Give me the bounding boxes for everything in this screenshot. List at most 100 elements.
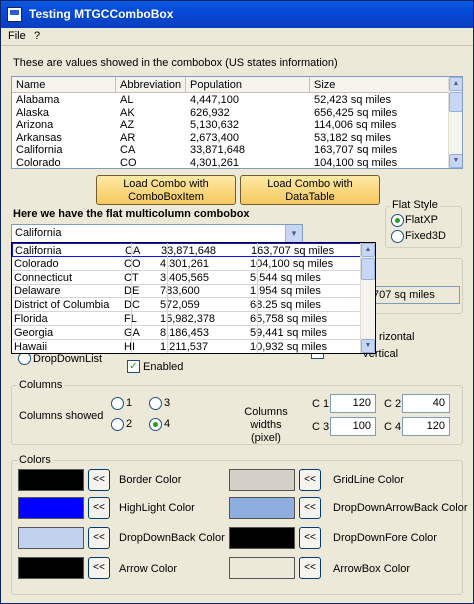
highlight-color-button[interactable]: <<	[88, 497, 110, 519]
states-listview[interactable]: Name Abbreviation Population Size Alabam…	[11, 76, 463, 169]
table-cell: 163,707 sq miles	[314, 144, 398, 156]
gridline-color-button[interactable]: <<	[299, 469, 321, 491]
column-header-population[interactable]: Population	[186, 77, 310, 93]
listview-header: Name Abbreviation Population Size	[12, 77, 452, 93]
list-item[interactable]: ConnecticutCT3,405,5655,544 sq miles	[12, 271, 362, 285]
chevron-down-icon[interactable]: ▼	[285, 225, 302, 242]
table-cell: CA	[120, 144, 136, 156]
table-cell: Colorado	[16, 156, 61, 169]
table-cell: Alaska	[16, 106, 50, 119]
main-window: Testing MTGCComboBox File ? These are va…	[0, 0, 474, 604]
listview-scrollbar[interactable]: ▲ ▼	[448, 77, 462, 168]
list-item[interactable]: GeorgiaGA8,186,45359,441 sq miles	[12, 326, 362, 340]
combobox-dropdown[interactable]: California CA 33,871,648 163,707 sq miles Co…	[11, 242, 376, 354]
columns-3-radio[interactable]	[149, 397, 162, 410]
ddarrowback-color-label: DropDownArrowBack Color	[333, 502, 468, 514]
columns-widths-label: Columns widths (pixel)	[244, 406, 288, 444]
table-row[interactable]: Alaska AK 626,932 656,425 sq miles	[12, 107, 452, 120]
columns-3-label: 3	[164, 397, 171, 409]
table-cell: Arkansas	[16, 131, 62, 144]
list-item-cell: Georgia	[14, 326, 54, 339]
border-color-button[interactable]: <<	[88, 469, 110, 491]
columns-4-radio[interactable]	[149, 418, 162, 431]
c2-input[interactable]: 40	[402, 394, 450, 413]
table-cell: AR	[120, 131, 136, 144]
c1-input[interactable]: 120	[330, 394, 376, 413]
enabled-checkbox[interactable]: ✓	[127, 360, 140, 373]
column-header-name[interactable]: Name	[12, 77, 116, 93]
menu-help[interactable]: ?	[34, 30, 40, 42]
list-item-cell: 1,211,537	[160, 340, 209, 353]
ddarrowback-color-button[interactable]: <<	[299, 497, 321, 519]
combo-text[interactable]: California	[15, 227, 61, 239]
scroll-down-icon[interactable]: ▼	[361, 339, 375, 353]
list-item[interactable]: District of ColumbiaDC572,05968.25 sq mi…	[12, 298, 362, 313]
flatxp-radio[interactable]	[391, 214, 404, 227]
ddarrowback-color-swatch	[229, 497, 295, 519]
ddback-color-button[interactable]: <<	[88, 527, 110, 549]
table-row[interactable]: California CA 33,871,648 163,707 sq miles	[12, 144, 452, 157]
columns-2-radio[interactable]	[111, 418, 124, 431]
c4-input[interactable]: 120	[402, 417, 450, 436]
table-cell: Arizona	[16, 119, 54, 131]
list-item-cell: Delaware	[14, 285, 61, 298]
title-bar[interactable]: Testing MTGCComboBox	[1, 1, 473, 28]
arrowbox-color-swatch	[229, 557, 295, 579]
list-item[interactable]: California CA 33,871,648 163,707 sq miles	[12, 243, 362, 257]
table-cell: 33,871,648	[190, 144, 246, 156]
table-row[interactable]: Alabama AL 4,447,100 52,423 sq miles	[12, 94, 452, 107]
column-header-size[interactable]: Size	[310, 77, 452, 93]
columns-showed-label: Columns showed	[19, 410, 104, 422]
column-header-abbreviation[interactable]: Abbreviation	[116, 77, 186, 93]
dropdown-scrollbar[interactable]: ▲ ▼	[360, 243, 375, 353]
c2-label: C 2	[384, 398, 402, 410]
app-icon	[7, 7, 22, 22]
border-color-label: Border Color	[119, 474, 182, 486]
columns-1-radio[interactable]	[111, 397, 124, 410]
highlight-color-swatch	[18, 497, 84, 519]
scroll-thumb[interactable]	[449, 92, 462, 112]
arrowbox-color-label: ArrowBox Color	[333, 563, 411, 575]
scroll-up-icon[interactable]: ▲	[449, 77, 462, 91]
ddback-color-swatch	[18, 527, 84, 549]
table-cell: 52,423 sq miles	[314, 94, 392, 106]
grid-line	[257, 243, 258, 353]
list-item-cell: 3,405,565	[160, 271, 209, 284]
ddfore-color-button[interactable]: <<	[299, 527, 321, 549]
table-row[interactable]: Colorado CO 4,301,261 104,100 sq miles	[12, 156, 452, 169]
list-item-cell: 104,100 sq miles	[250, 257, 334, 270]
arrow-color-button[interactable]: <<	[88, 557, 110, 579]
scroll-down-icon[interactable]: ▼	[449, 154, 462, 168]
table-cell: 104,100 sq miles	[314, 156, 398, 169]
scroll-thumb[interactable]	[361, 258, 375, 280]
list-item-cell: 4,301,261	[160, 257, 209, 270]
list-item-cell: Florida	[14, 313, 48, 325]
table-row[interactable]: Arizona AZ 5,130,632 114,006 sq miles	[12, 119, 452, 132]
list-item[interactable]: FloridaFL15,982,37865,758 sq miles	[12, 312, 362, 326]
scroll-up-icon[interactable]: ▲	[361, 243, 375, 257]
list-item[interactable]: Colorado CO 4,301,261 104,100 sq miles	[12, 257, 362, 271]
list-item-cell: 1,954 sq miles	[250, 285, 321, 298]
load-combo-item-button[interactable]: Load Combo with ComboBoxItem	[96, 175, 236, 205]
highlight-color-label: HighLight Color	[119, 502, 195, 514]
list-item-cell: 572,059	[160, 299, 200, 312]
window-title: Testing MTGCComboBox	[29, 7, 174, 21]
list-item[interactable]: DelawareDE783,6001,954 sq miles	[12, 284, 362, 299]
flat-multicolumn-combobox[interactable]: California ▼	[11, 224, 303, 243]
table-cell: 4,301,261	[190, 156, 239, 169]
arrow-color-label: Arrow Color	[119, 563, 178, 575]
c3-input[interactable]: 100	[330, 417, 376, 436]
load-combo-table-button[interactable]: Load Combo with DataTable	[240, 175, 380, 205]
list-item-cell: 8,186,453	[160, 326, 209, 339]
arrowbox-color-button[interactable]: <<	[299, 557, 321, 579]
list-item[interactable]: Hawaii HI 1,211,537 10,932 sq miles	[12, 340, 362, 353]
menu-file[interactable]: File	[8, 30, 26, 42]
list-item-cell: Hawaii	[14, 340, 48, 353]
table-row[interactable]: Arkansas AR 2,673,400 53,182 sq miles	[12, 132, 452, 145]
fixed3d-radio[interactable]	[391, 230, 404, 243]
intro-text: These are values showed in the combobox …	[13, 57, 338, 69]
table-cell: Alabama	[16, 94, 60, 106]
table-cell: AL	[120, 94, 134, 106]
list-item-cell: District of Columbia	[14, 299, 110, 312]
list-item-cell: Colorado	[14, 257, 59, 270]
